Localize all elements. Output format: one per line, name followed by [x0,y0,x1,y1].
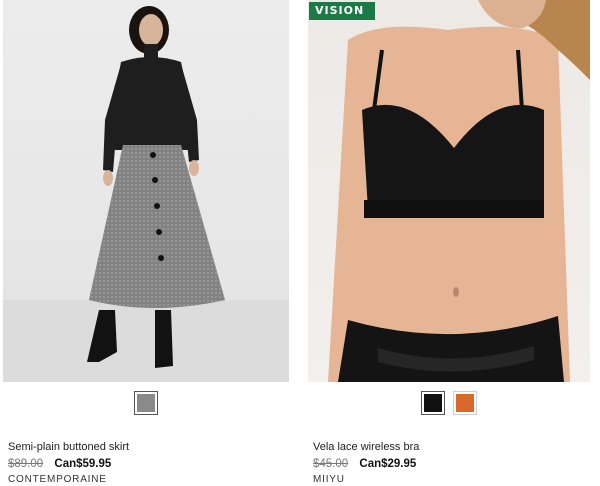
product-info: Vela lace wireless bra $45.00 Can$29.95 … [313,440,583,486]
price-row: $45.00 Can$29.95 [313,457,583,471]
product-image-skirt[interactable] [3,0,289,382]
bra-model-illustration [328,0,590,382]
brand-name: CONTEMPORAINE [8,474,107,485]
skirt-model-illustration [3,6,289,382]
product-info: Semi-plain buttoned skirt $89.00 Can$59.… [8,440,278,486]
swatch-orange-fill [456,394,474,412]
original-price: $45.00 [313,458,349,470]
original-price: $89.00 [8,458,44,470]
vision-badge: VISION [309,2,375,20]
swatch-black-fill [424,394,442,412]
product-name[interactable]: Semi-plain buttoned skirt [8,440,278,454]
swatch-grey[interactable] [134,391,158,415]
product-image-bra[interactable]: VISION [308,0,590,382]
product-card-bra[interactable]: VISION Vela lace wireless bra $45.00 Can… [308,0,590,486]
price-row: $89.00 Can$59.95 [8,457,278,471]
color-swatches [3,391,289,415]
sale-price: Can$29.95 [359,458,417,470]
swatch-orange[interactable] [453,391,477,415]
sale-price: Can$59.95 [54,458,112,470]
swatch-grey-fill [137,394,155,412]
color-swatches [308,391,590,415]
brand-name: MIIYU [313,474,345,485]
swatch-black[interactable] [421,391,445,415]
product-card-skirt[interactable]: Semi-plain buttoned skirt $89.00 Can$59.… [3,0,289,486]
product-name[interactable]: Vela lace wireless bra [313,440,583,454]
